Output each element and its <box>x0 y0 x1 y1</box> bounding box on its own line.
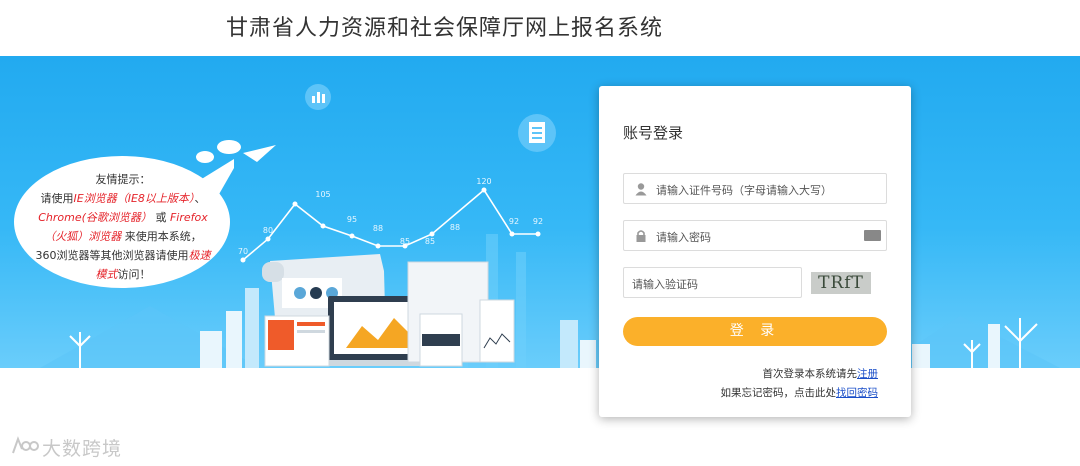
watermark-text: 大数跨境 <box>42 438 123 460</box>
captcha-placeholder: 请输入验证码 <box>632 278 698 291</box>
chart-label: 92 <box>533 217 543 226</box>
chart-label: 85 <box>425 237 435 246</box>
login-card: 账号登录 请输入证件号码（字母请输入大写） 请输入密码 请输入验证码 TRfT … <box>599 86 911 417</box>
keyboard-icon[interactable] <box>864 230 881 241</box>
chart-label: 80 <box>263 226 273 235</box>
lock-icon <box>636 230 646 242</box>
captcha-image[interactable]: TRfT <box>811 272 871 294</box>
paper-plane-icon <box>243 145 276 162</box>
forgot-note: 如果忘记密码，点击此处找回密码 <box>721 385 879 400</box>
tip-text: 友情提示： 请使用IE浏览器（IE8以上版本）、 Chrome(谷歌浏览器） 或… <box>34 170 212 284</box>
tip-line1-pre: 请使用 <box>40 192 74 205</box>
tip-ie-browser: IE浏览器（IE8以上版本） <box>73 192 195 205</box>
forgot-password-link[interactable]: 找回密码 <box>836 387 878 399</box>
site-title: 甘肃省人力资源和社会保障厅网上报名系统 <box>226 16 664 41</box>
chart-label: 88 <box>373 224 383 233</box>
watermark: 大数跨境 <box>10 432 145 460</box>
watermark-logo-icon <box>12 436 39 454</box>
banner: 70 80 105 95 88 85 85 88 120 92 92 友情提示：… <box>0 56 1080 368</box>
user-icon <box>635 183 647 196</box>
login-button[interactable]: 登 录 <box>623 317 887 346</box>
password-placeholder: 请输入密码 <box>656 231 711 244</box>
id-number-input[interactable]: 请输入证件号码（字母请输入大写） <box>623 173 887 204</box>
tip-title: 友情提示： <box>95 173 151 186</box>
header: 甘肃省人力资源和社会保障厅网上报名系统 <box>0 0 1080 56</box>
chart-label: 85 <box>400 237 410 246</box>
register-link[interactable]: 注册 <box>857 368 878 380</box>
chart-label: 120 <box>476 177 491 186</box>
chart-label: 92 <box>509 217 519 226</box>
register-note: 首次登录本系统请先注册 <box>763 366 879 381</box>
tip-line1-post: 、 <box>194 192 206 205</box>
chart-label: 88 <box>450 223 460 232</box>
chart-label: 95 <box>347 215 357 224</box>
tip-or: 或 <box>155 211 167 224</box>
forgot-prefix: 如果忘记密码，点击此处 <box>720 387 837 399</box>
tip-bubble: 友情提示： 请使用IE浏览器（IE8以上版本）、 Chrome(谷歌浏览器） 或… <box>12 150 234 290</box>
chart-label: 70 <box>238 247 248 256</box>
tip-chrome: Chrome(谷歌浏览器） <box>38 211 152 224</box>
register-prefix: 首次登录本系统请先 <box>762 368 858 380</box>
login-title: 账号登录 <box>623 124 684 142</box>
password-input[interactable]: 请输入密码 <box>623 220 887 251</box>
tip-line3-post: 访问！ <box>117 268 151 281</box>
chart-label: 105 <box>315 190 330 199</box>
id-number-placeholder: 请输入证件号码（字母请输入大写） <box>656 184 832 197</box>
captcha-input[interactable]: 请输入验证码 <box>623 267 802 298</box>
